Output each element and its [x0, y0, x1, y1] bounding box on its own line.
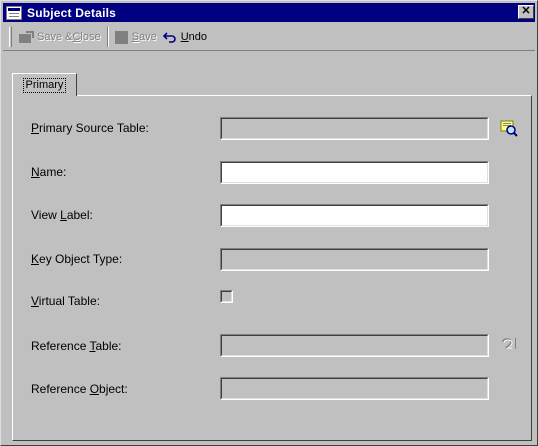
save-icon — [114, 30, 128, 44]
name-input[interactable] — [223, 164, 486, 181]
subject-details-window: Subject Details ✕ Save & Close Save Undo… — [0, 0, 538, 446]
name-label: Name: — [31, 165, 67, 179]
virtual-table-checkbox[interactable] — [220, 290, 233, 303]
undo-button[interactable]: Undo — [160, 27, 210, 47]
tab-primary[interactable]: Primary — [12, 73, 77, 96]
window-title: Subject Details — [27, 5, 117, 20]
view-label-field[interactable] — [220, 204, 489, 227]
save-button[interactable]: Save — [112, 27, 160, 47]
virtual-table-label: Virtual Table: — [31, 294, 100, 308]
reference-table-field — [220, 334, 489, 357]
primary-source-table-label: Primary Source Table: — [31, 121, 149, 135]
toolbar-grip[interactable] — [9, 27, 12, 47]
reference-object-input — [223, 380, 486, 397]
reference-table-input — [223, 337, 486, 354]
lookup-icon[interactable] — [500, 119, 518, 137]
undo-icon — [162, 32, 176, 43]
save-close-button[interactable]: Save & Close — [16, 27, 104, 47]
reference-object-field — [220, 377, 489, 400]
primary-source-table-field — [220, 117, 489, 140]
title-bar[interactable]: Subject Details ✕ — [3, 3, 535, 22]
save-close-icon — [19, 31, 34, 43]
view-label-label: View Label: — [31, 208, 93, 222]
reference-table-label: Reference Table: — [31, 339, 122, 353]
view-label-input[interactable] — [223, 207, 486, 224]
reference-object-label: Reference Object: — [31, 382, 128, 396]
close-button[interactable]: ✕ — [518, 5, 534, 19]
close-icon: ✕ — [521, 5, 531, 17]
table-icon — [6, 5, 22, 20]
key-object-type-input — [223, 251, 486, 268]
name-field[interactable] — [220, 161, 489, 184]
toolbar-separator — [106, 27, 109, 47]
key-object-type-label: Key Object Type: — [31, 252, 123, 266]
reference-lookup-icon[interactable] — [500, 335, 518, 353]
primary-source-table-input — [223, 120, 486, 137]
toolbar: Save & Close Save Undo — [3, 24, 535, 51]
key-object-type-field — [220, 248, 489, 271]
